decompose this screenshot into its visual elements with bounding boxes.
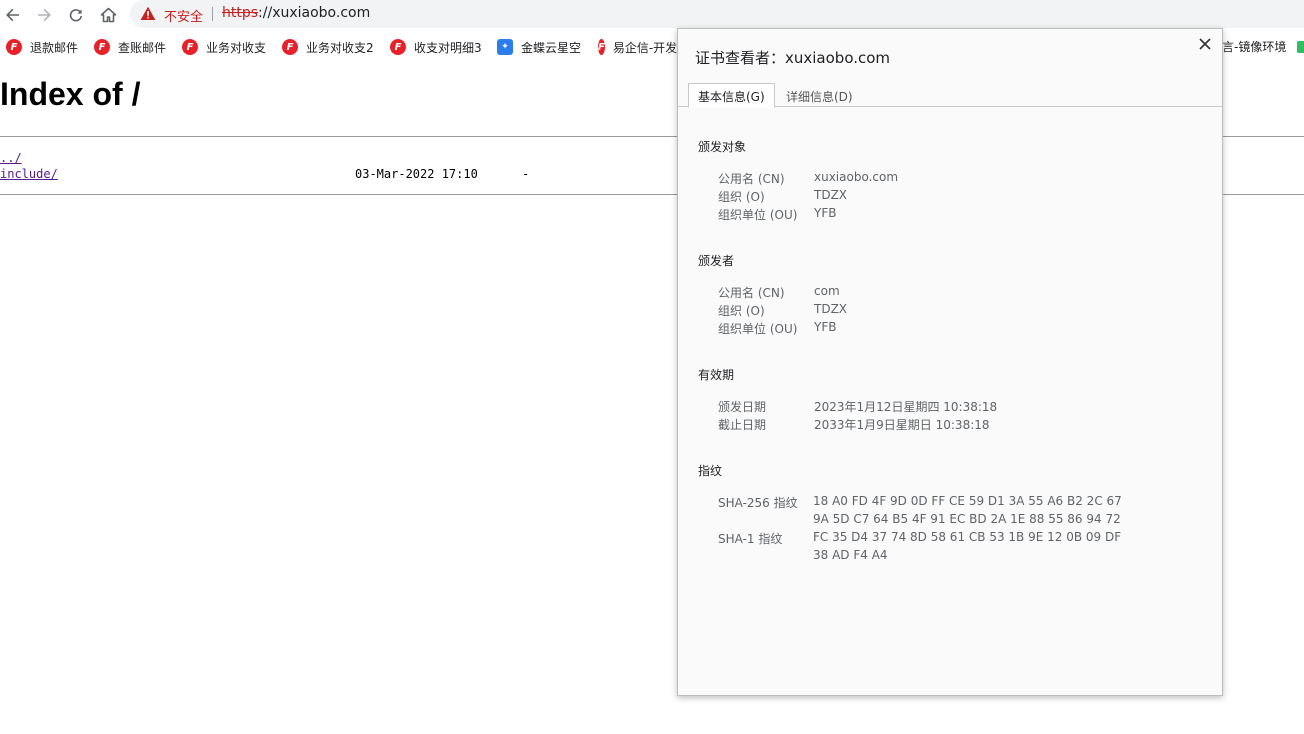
issued-on-value: 2023年1月12日星期四 10:38:18 — [814, 400, 998, 414]
red-brand-icon: F — [94, 39, 110, 55]
dialog-title: 证书查看者：xuxiaobo.com — [695, 49, 891, 67]
parent-directory-link[interactable]: ../ — [0, 151, 22, 165]
sha1-label: SHA-1 指纹 — [718, 532, 783, 546]
listing-row: ../ — [0, 150, 600, 166]
arrow-right-icon — [38, 8, 51, 22]
issued-on-label: 颁发日期 — [718, 400, 767, 414]
reload-button[interactable] — [64, 3, 88, 27]
issued-by-cn-value: com — [814, 284, 840, 298]
url-text[interactable]: https://xuxiaobo.com — [222, 5, 370, 21]
bookmark-overflow-item[interactable]: 言-镜像环境 — [1222, 38, 1286, 55]
issued-to-cn-label: 公用名 (CN) — [718, 172, 785, 186]
tab-general[interactable]: 基本信息(G) — [688, 83, 775, 108]
bookmark-item[interactable]: F 业务对收支 — [182, 38, 266, 56]
bookmark-item[interactable]: F 业务对收支2 — [282, 38, 374, 56]
browser-toolbar: 不安全 https://xuxiaobo.com — [0, 0, 1304, 30]
sha256-value-line2: 9A 5D C7 64 B5 4F 91 EC BD 2A 1E 88 55 8… — [813, 512, 1121, 526]
issued-to-ou-value: YFB — [814, 206, 837, 220]
issued-to-o-value: TDZX — [814, 188, 848, 202]
sha256-label: SHA-256 指纹 — [718, 496, 798, 510]
sha1-value-line2: 38 AD F4 A4 — [813, 548, 888, 562]
bookmark-label: 退款邮件 — [30, 40, 79, 55]
warning-icon[interactable] — [140, 6, 156, 25]
listing-row: include/ 03-Mar-2022 17:10 - — [0, 166, 600, 182]
bookmark-label: 金蝶云星空 — [521, 40, 582, 55]
bookmark-item[interactable]: F 收支对明细3 — [390, 38, 482, 56]
expires-on-label: 截止日期 — [718, 418, 767, 432]
address-separator — [212, 7, 213, 21]
modified-date: 03-Mar-2022 17:10 — [355, 167, 478, 181]
red-brand-icon: F — [282, 39, 298, 55]
issued-to-heading: 颁发对象 — [698, 140, 747, 154]
address-bar[interactable]: 不安全 https://xuxiaobo.com — [130, 0, 1304, 28]
back-button[interactable] — [1, 3, 25, 27]
issued-to-ou-label: 组织单位 (OU) — [718, 208, 798, 222]
red-brand-icon: F — [6, 39, 22, 55]
issued-by-heading: 颁发者 — [698, 254, 735, 268]
bookmark-label: 查账邮件 — [118, 40, 167, 55]
issued-by-ou-value: YFB — [814, 320, 837, 334]
blue-brand-icon: ✦ — [497, 39, 513, 55]
sha1-value-line1: FC 35 D4 37 74 8D 58 61 CB 53 1B 9E 12 0… — [813, 530, 1122, 544]
bookmark-label: 易企信-开发 — [612, 40, 677, 55]
bookmark-item[interactable]: F 退款邮件 — [6, 38, 78, 56]
red-brand-icon: F — [182, 39, 198, 55]
home-icon — [100, 7, 116, 23]
page-title: Index of / — [0, 76, 141, 112]
bookmark-item[interactable]: ✦ 金蝶云星空 — [497, 38, 581, 56]
bookmark-label: 收支对明细3 — [414, 40, 482, 55]
home-button[interactable] — [96, 3, 120, 27]
directory-link[interactable]: include/ — [0, 167, 58, 181]
green-brand-icon[interactable] — [1297, 41, 1304, 53]
red-brand-icon: F — [598, 39, 605, 55]
bookmark-item[interactable]: F 查账邮件 — [94, 38, 166, 56]
certificate-viewer-dialog: 证书查看者：xuxiaobo.com 基本信息(G) 详细信息(D) 颁发对象 … — [677, 28, 1223, 696]
reload-icon — [69, 9, 83, 22]
issued-by-cn-label: 公用名 (CN) — [718, 286, 785, 300]
tab-details[interactable]: 详细信息(D) — [776, 83, 863, 108]
issued-to-cn-value: xuxiaobo.com — [814, 170, 899, 184]
security-status-label[interactable]: 不安全 — [164, 6, 203, 25]
close-button[interactable] — [1196, 35, 1214, 53]
sha256-value-line1: 18 A0 FD 4F 9D 0D FF CE 59 D1 3A 55 A6 B… — [813, 494, 1122, 508]
directory-listing: ../ include/ 03-Mar-2022 17:10 - — [0, 150, 600, 182]
issued-by-ou-label: 组织单位 (OU) — [718, 322, 798, 336]
bookmark-label: 业务对收支2 — [306, 40, 374, 55]
dialog-tabs: 基本信息(G) 详细信息(D) — [678, 79, 1222, 108]
url-host: ://xuxiaobo.com — [258, 5, 371, 21]
arrow-left-icon — [6, 8, 19, 22]
issued-to-o-label: 组织 (O) — [718, 190, 765, 204]
validity-heading: 有效期 — [698, 368, 735, 382]
url-scheme: https — [222, 5, 259, 21]
bookmark-label: 业务对收支 — [206, 40, 267, 55]
fingerprints-heading: 指纹 — [698, 464, 723, 478]
bookmark-item[interactable]: F 易企信-开发 — [598, 38, 677, 56]
issued-by-o-value: TDZX — [814, 302, 848, 316]
issued-by-o-label: 组织 (O) — [718, 304, 765, 318]
close-icon — [1199, 38, 1211, 50]
forward-button[interactable] — [32, 3, 56, 27]
expires-on-value: 2033年1月9日星期日 10:38:18 — [814, 418, 990, 432]
file-size: - — [522, 167, 530, 181]
red-brand-icon: F — [390, 39, 406, 55]
